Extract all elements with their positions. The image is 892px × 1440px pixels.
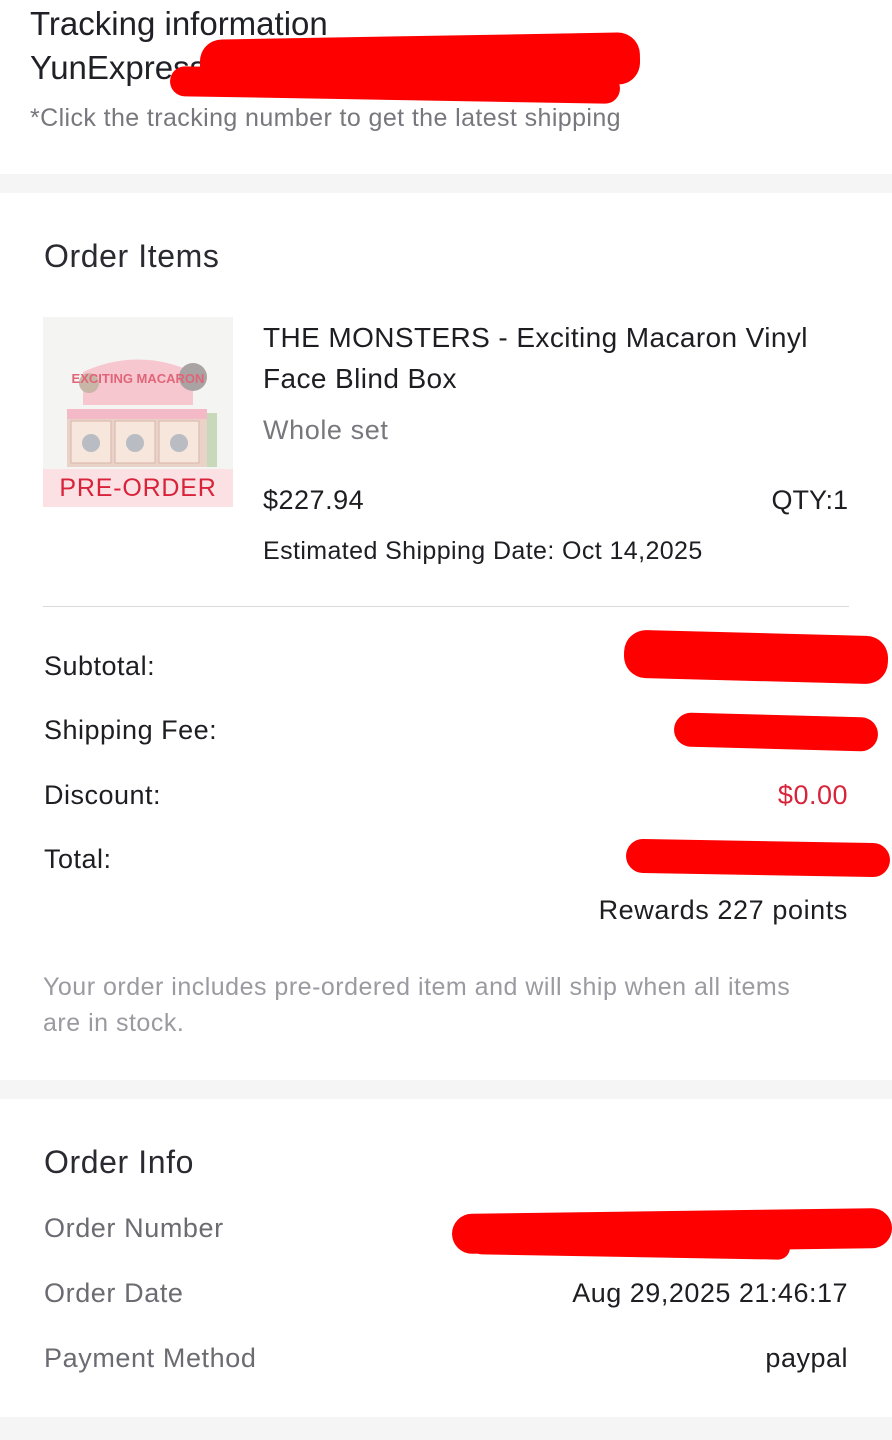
estimated-shipping-date: Estimated Shipping Date: Oct 14,2025: [263, 537, 703, 565]
order-date-label: Order Date: [44, 1278, 184, 1308]
subtotal-label: Subtotal:: [44, 651, 156, 681]
redaction-mark-shipping-fee: [673, 712, 879, 752]
preorder-badge: PRE-ORDER: [43, 469, 233, 507]
product-variant: Whole set: [263, 415, 389, 445]
tracking-section: Tracking information YunExpress: *Click …: [0, 0, 892, 174]
discount-value: $0.00: [777, 780, 848, 810]
order-date-value: Aug 29,2025 21:46:17: [572, 1278, 848, 1308]
product-name[interactable]: THE MONSTERS - Exciting Macaron Vinyl Fa…: [263, 317, 853, 399]
product-quantity: QTY:1: [771, 485, 848, 515]
shipping-fee-label: Shipping Fee:: [44, 715, 218, 745]
product-price: $227.94: [263, 485, 365, 515]
payment-method-label: Payment Method: [44, 1343, 257, 1373]
redaction-mark-total: [625, 838, 891, 878]
items-divider: [43, 606, 849, 607]
order-info-section: Order Info Order Number Order Date Aug 2…: [0, 1099, 892, 1417]
order-info-title: Order Info: [44, 1144, 195, 1180]
redaction-mark-order-number-2: [469, 1230, 791, 1260]
payment-method-value: paypal: [765, 1343, 848, 1373]
product-image-text: EXCITING MACARON: [72, 371, 205, 386]
redaction-mark-tracking-number-2: [169, 66, 621, 104]
total-label: Total:: [44, 844, 112, 874]
order-items-section: Order Items EXCITING MACARON PRE-ORDER T…: [0, 193, 892, 1080]
discount-label: Discount:: [44, 780, 162, 810]
preorder-notice: Your order includes pre-ordered item and…: [43, 973, 791, 1037]
tracking-note: *Click the tracking number to get the la…: [30, 104, 621, 132]
redaction-mark-subtotal: [623, 629, 889, 685]
rewards-points: Rewards 227 points: [598, 895, 848, 925]
order-items-title: Order Items: [44, 238, 220, 274]
order-number-label: Order Number: [44, 1213, 224, 1243]
